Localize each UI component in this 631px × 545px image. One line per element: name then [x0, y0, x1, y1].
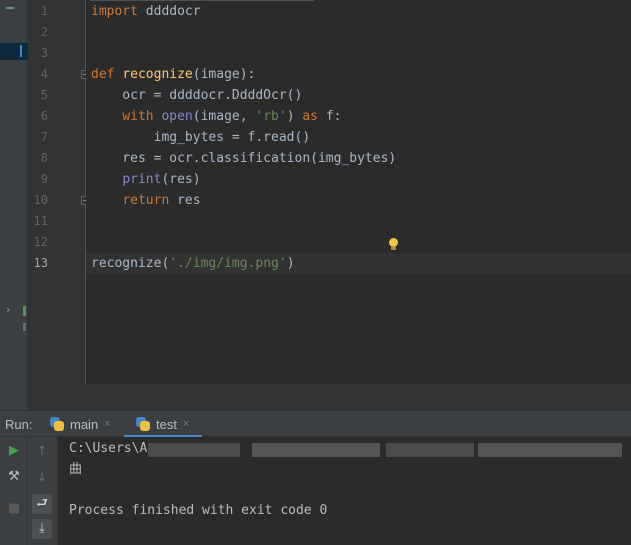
soft-wrap-icon[interactable]: ⮐	[32, 494, 52, 514]
builtin: print	[122, 172, 162, 187]
close-icon[interactable]: ×	[104, 418, 110, 430]
code-line-5[interactable]: ocr = ddddocr.DdddOcr()	[91, 85, 302, 106]
string-literal: 'rb'	[255, 109, 287, 124]
python-file-icon	[136, 417, 150, 431]
line-number: 8	[40, 151, 48, 165]
scroll-down-icon[interactable]: ↓	[32, 468, 52, 488]
keyword: def	[91, 67, 115, 82]
scroll-to-end-icon[interactable]: ⤓	[32, 519, 52, 539]
code-line-10[interactable]: return res	[91, 190, 201, 211]
redacted-path	[478, 443, 622, 457]
code-line-8[interactable]: res = ocr.classification(img_bytes)	[91, 148, 396, 169]
code-text: recognize(	[91, 256, 170, 271]
code-text: )	[286, 109, 303, 124]
line-number: 6	[40, 109, 48, 123]
code-line-13[interactable]: recognize('./img/img.png')	[91, 253, 295, 274]
line-number: 9	[40, 172, 48, 186]
tab-label: test	[156, 416, 177, 432]
line-number: 2	[40, 25, 48, 39]
close-icon[interactable]: ×	[183, 418, 189, 430]
redacted-path	[386, 443, 474, 457]
code-line-6[interactable]: with open(image, 'rb') as f:	[91, 106, 342, 127]
run-toolbar-primary: ▶ ⚒ ■	[0, 437, 28, 545]
line-number: 1	[40, 4, 48, 18]
python-file-icon	[50, 417, 64, 431]
keyword: with	[122, 109, 154, 124]
run-label: Run:	[5, 417, 33, 432]
scroll-up-icon[interactable]: ↑	[32, 442, 52, 462]
console-exit-message: Process finished with exit code 0	[69, 503, 328, 518]
status-bar-green	[23, 306, 26, 316]
code-text: (image,	[192, 109, 256, 124]
line-number: 7	[40, 130, 48, 144]
console-output: 曲	[69, 462, 83, 477]
tab-test[interactable]: test ×	[124, 411, 202, 438]
wrench-icon[interactable]: ⚒	[4, 467, 24, 487]
stop-icon[interactable]: ■	[4, 499, 24, 519]
run-toolbar-secondary: ↑ ↓ ⮐ ⤓	[28, 437, 58, 545]
status-bar-gray	[23, 323, 26, 331]
expand-chevron-icon[interactable]: ›	[6, 303, 10, 316]
lightbulb-icon[interactable]	[389, 238, 398, 250]
code-text: (image):	[192, 67, 256, 82]
code-line-9[interactable]: print(res)	[91, 169, 201, 190]
line-number-current: 13	[33, 256, 48, 270]
code-text: f:	[318, 109, 342, 124]
string-literal: './img/img.png'	[169, 256, 287, 271]
run-tool-window-header: Run: main × test ×	[0, 410, 631, 438]
code-line-7[interactable]: img_bytes = f.read()	[91, 127, 311, 148]
line-number: 5	[40, 88, 48, 102]
line-number: 3	[40, 46, 48, 60]
editor-bottom-area	[28, 384, 631, 410]
left-tool-strip: ›	[0, 0, 28, 410]
tab-label: main	[70, 416, 99, 432]
keyword: return	[122, 193, 170, 208]
code-text: ddddocr	[137, 4, 201, 19]
redacted-path	[148, 443, 240, 457]
line-number: 4	[40, 67, 48, 81]
code-text: (res)	[161, 172, 201, 187]
tab-main[interactable]: main ×	[50, 411, 122, 437]
code-line-1[interactable]: import ddddocr	[91, 1, 201, 22]
code-text: )	[286, 256, 295, 271]
function-name: recognize	[122, 67, 193, 82]
redacted-path	[252, 443, 380, 457]
code-text: res	[169, 193, 201, 208]
line-number: 10	[33, 193, 48, 207]
console-command-line: C:\Users\A	[69, 441, 148, 456]
line-number: 12	[33, 235, 48, 249]
line-number: 11	[33, 214, 48, 228]
run-icon[interactable]: ▶	[4, 441, 24, 461]
code-line-4[interactable]: def recognize(image):	[91, 64, 255, 85]
keyword: import	[91, 4, 138, 19]
tool-tick-mark	[6, 7, 14, 9]
selected-tool-indicator	[20, 45, 22, 57]
selected-tool-highlight[interactable]	[0, 43, 28, 60]
builtin: open	[161, 109, 193, 124]
keyword: as	[302, 109, 319, 124]
